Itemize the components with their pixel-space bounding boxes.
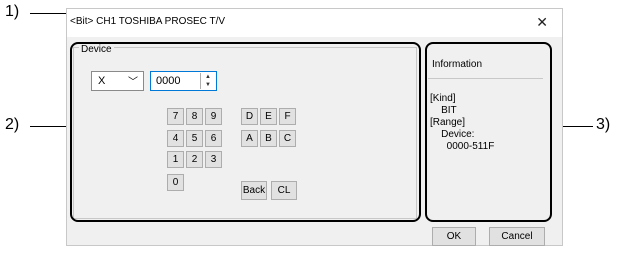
key-e[interactable]: E xyxy=(260,108,277,125)
chevron-down-icon: ﹀ xyxy=(128,77,138,88)
key-7[interactable]: 7 xyxy=(167,108,184,125)
key-0[interactable]: 0 xyxy=(167,174,184,191)
key-d[interactable]: D xyxy=(241,108,258,125)
device-dialog: <Bit> CH1 TOSHIBA PROSEC T/V ✕ Device X … xyxy=(66,8,563,246)
information-divider xyxy=(428,78,543,79)
device-type-value: X xyxy=(98,75,106,87)
close-icon[interactable]: ✕ xyxy=(536,14,548,31)
callout-2: 2) xyxy=(5,116,20,133)
information-label: Information xyxy=(432,59,483,70)
ok-button[interactable]: OK xyxy=(432,227,476,246)
device-number-value: 0000 xyxy=(156,75,181,87)
spin-down-icon[interactable]: ▼ xyxy=(201,81,215,89)
key-a[interactable]: A xyxy=(241,130,258,147)
spinner-buttons[interactable]: ▲ ▼ xyxy=(200,73,215,89)
callout-1-line xyxy=(30,13,70,14)
key-8[interactable]: 8 xyxy=(186,108,203,125)
key-b[interactable]: B xyxy=(260,130,277,147)
callout-1: 1) xyxy=(5,3,20,20)
device-number-input[interactable]: 0000 ▲ ▼ xyxy=(150,71,217,91)
dialog-title: <Bit> CH1 TOSHIBA PROSEC T/V xyxy=(70,16,226,27)
callout-3: 3) xyxy=(596,116,611,133)
back-button[interactable]: Back xyxy=(241,181,267,200)
title-bar: <Bit> CH1 TOSHIBA PROSEC T/V ✕ xyxy=(67,9,562,37)
information-text: [Kind] BIT [Range] Device: 0000-511F xyxy=(430,93,495,152)
device-type-select[interactable]: X ﹀ xyxy=(91,71,144,91)
key-6[interactable]: 6 xyxy=(205,130,222,147)
key-5[interactable]: 5 xyxy=(186,130,203,147)
key-2[interactable]: 2 xyxy=(186,151,203,168)
cancel-button[interactable]: Cancel xyxy=(489,227,545,246)
clear-button[interactable]: CL xyxy=(271,181,297,200)
key-1[interactable]: 1 xyxy=(167,151,184,168)
key-f[interactable]: F xyxy=(279,108,296,125)
key-4[interactable]: 4 xyxy=(167,130,184,147)
key-3[interactable]: 3 xyxy=(205,151,222,168)
key-c[interactable]: C xyxy=(279,130,296,147)
spin-up-icon[interactable]: ▲ xyxy=(201,73,215,81)
key-9[interactable]: 9 xyxy=(205,108,222,125)
